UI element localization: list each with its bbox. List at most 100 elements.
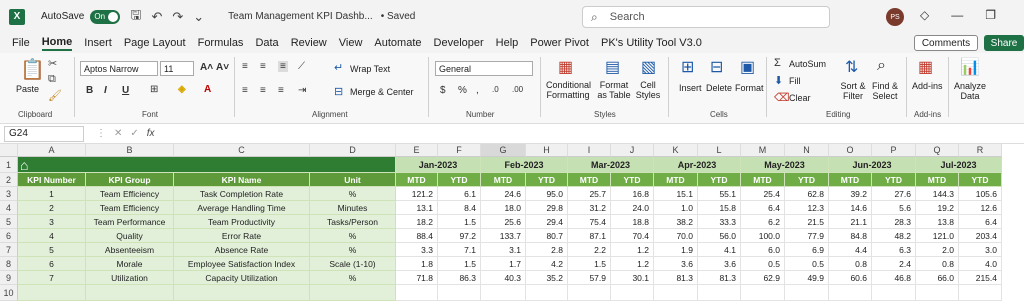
kpi-name[interactable]: Task Completion Rate: [174, 187, 310, 201]
column-header[interactable]: C: [174, 144, 310, 157]
kpi-value[interactable]: 29.8: [526, 201, 568, 215]
kpi-group[interactable]: Absenteeism: [86, 243, 174, 257]
kpi-value[interactable]: 87.1: [568, 229, 611, 243]
increase-decimal-icon[interactable]: .0: [492, 85, 499, 94]
kpi-value[interactable]: 2.0: [916, 243, 959, 257]
kpi-value[interactable]: 24.0: [611, 201, 654, 215]
row-header[interactable]: 7: [0, 243, 18, 257]
kpi-value[interactable]: 105.6: [959, 187, 1002, 201]
column-header[interactable]: R: [959, 144, 1002, 157]
kpi-value[interactable]: 55.1: [698, 187, 741, 201]
column-header[interactable]: O: [829, 144, 872, 157]
kpi-unit[interactable]: %: [310, 229, 396, 243]
kpi-name[interactable]: Capacity Utilization: [174, 271, 310, 285]
kpi-value[interactable]: 33.3: [698, 215, 741, 229]
kpi-value[interactable]: 38.2: [654, 215, 698, 229]
kpi-value[interactable]: 133.7: [481, 229, 526, 243]
kpi-value[interactable]: 8.4: [438, 201, 481, 215]
kpi-number[interactable]: 6: [18, 257, 86, 271]
kpi-value[interactable]: 40.3: [481, 271, 526, 285]
redo-icon[interactable]: ↷: [172, 9, 183, 25]
kpi-value[interactable]: 95.0: [526, 187, 568, 201]
kpi-value[interactable]: 1.9: [654, 243, 698, 257]
format-as-table-button[interactable]: Format as Table: [594, 80, 634, 100]
kpi-value[interactable]: 3.6: [654, 257, 698, 271]
kpi-value[interactable]: 25.7: [568, 187, 611, 201]
column-header[interactable]: H: [526, 144, 568, 157]
kpi-value[interactable]: 12.6: [959, 201, 1002, 215]
kpi-value[interactable]: 15.1: [654, 187, 698, 201]
column-header[interactable]: D: [310, 144, 396, 157]
kpi-value[interactable]: 2.2: [568, 243, 611, 257]
comments-button[interactable]: Comments: [914, 35, 978, 51]
indent-icon[interactable]: ⇥: [298, 85, 306, 96]
tab-home[interactable]: Home: [41, 36, 73, 51]
kpi-value[interactable]: 31.2: [568, 201, 611, 215]
add-ins-button[interactable]: Add-ins: [912, 81, 943, 91]
align-middle-icon[interactable]: ≡: [260, 61, 266, 72]
kpi-value[interactable]: 3.6: [698, 257, 741, 271]
tab-view[interactable]: View: [339, 37, 363, 49]
empty-cell[interactable]: [654, 285, 698, 301]
row-header[interactable]: 9: [0, 271, 18, 285]
kpi-unit[interactable]: %: [310, 187, 396, 201]
percent-icon[interactable]: %: [458, 85, 467, 96]
kpi-value[interactable]: 62.9: [741, 271, 785, 285]
kpi-number[interactable]: 4: [18, 229, 86, 243]
name-box[interactable]: G24: [4, 125, 84, 142]
kpi-value[interactable]: 29.4: [526, 215, 568, 229]
share-button[interactable]: Share: [984, 35, 1024, 51]
empty-cell[interactable]: [872, 285, 916, 301]
kpi-name[interactable]: Absence Rate: [174, 243, 310, 257]
align-right-icon[interactable]: ≡: [278, 85, 284, 96]
kpi-value[interactable]: 60.6: [829, 271, 872, 285]
kpi-name[interactable]: Employee Satisfaction Index: [174, 257, 310, 271]
kpi-value[interactable]: 1.2: [611, 257, 654, 271]
tab-automate[interactable]: Automate: [374, 37, 421, 49]
paste-button[interactable]: Paste: [16, 84, 39, 94]
kpi-value[interactable]: 88.4: [396, 229, 438, 243]
save-icon[interactable]: 🖫: [130, 6, 141, 28]
autosave-toggle[interactable]: On: [90, 9, 121, 24]
borders-icon[interactable]: ⊞: [150, 84, 158, 95]
kpi-value[interactable]: 70.0: [654, 229, 698, 243]
fill-button[interactable]: Fill: [789, 76, 801, 86]
kpi-value[interactable]: 15.8: [698, 201, 741, 215]
kpi-value[interactable]: 3.1: [481, 243, 526, 257]
empty-cell[interactable]: [741, 285, 785, 301]
empty-cell[interactable]: [18, 285, 86, 301]
empty-cell[interactable]: [959, 285, 1002, 301]
kpi-value[interactable]: 4.2: [526, 257, 568, 271]
kpi-value[interactable]: 2.8: [526, 243, 568, 257]
kpi-number[interactable]: 2: [18, 201, 86, 215]
kpi-value[interactable]: 35.2: [526, 271, 568, 285]
kpi-value[interactable]: 48.2: [872, 229, 916, 243]
tab-insert[interactable]: Insert: [84, 37, 112, 49]
kpi-unit[interactable]: Minutes: [310, 201, 396, 215]
row-header[interactable]: 5: [0, 215, 18, 229]
kpi-number[interactable]: 5: [18, 243, 86, 257]
kpi-value[interactable]: 57.9: [568, 271, 611, 285]
tab-formulas[interactable]: Formulas: [198, 37, 244, 49]
column-header[interactable]: N: [785, 144, 829, 157]
kpi-value[interactable]: 18.2: [396, 215, 438, 229]
insert-cells-button[interactable]: Insert: [679, 83, 702, 93]
kpi-value[interactable]: 16.8: [611, 187, 654, 201]
kpi-unit[interactable]: Scale (1-10): [310, 257, 396, 271]
kpi-value[interactable]: 6.4: [959, 215, 1002, 229]
empty-cell[interactable]: [396, 285, 438, 301]
kpi-unit[interactable]: Tasks/Person: [310, 215, 396, 229]
kpi-value[interactable]: 21.5: [785, 215, 829, 229]
tab-power-pivot[interactable]: Power Pivot: [530, 37, 589, 49]
analyze-data-button[interactable]: Analyze Data: [954, 81, 986, 101]
restore-icon[interactable]: ❐: [985, 8, 996, 22]
kpi-value[interactable]: 1.5: [438, 215, 481, 229]
kpi-value[interactable]: 4.4: [829, 243, 872, 257]
format-cells-button[interactable]: Format: [735, 83, 764, 93]
number-format-combo[interactable]: General: [435, 61, 533, 76]
empty-cell[interactable]: [438, 285, 481, 301]
empty-cell[interactable]: [481, 285, 526, 301]
conditional-formatting-button[interactable]: Conditional Formatting: [546, 80, 591, 100]
kpi-value[interactable]: 3.0: [959, 243, 1002, 257]
avatar[interactable]: PS: [886, 8, 904, 26]
